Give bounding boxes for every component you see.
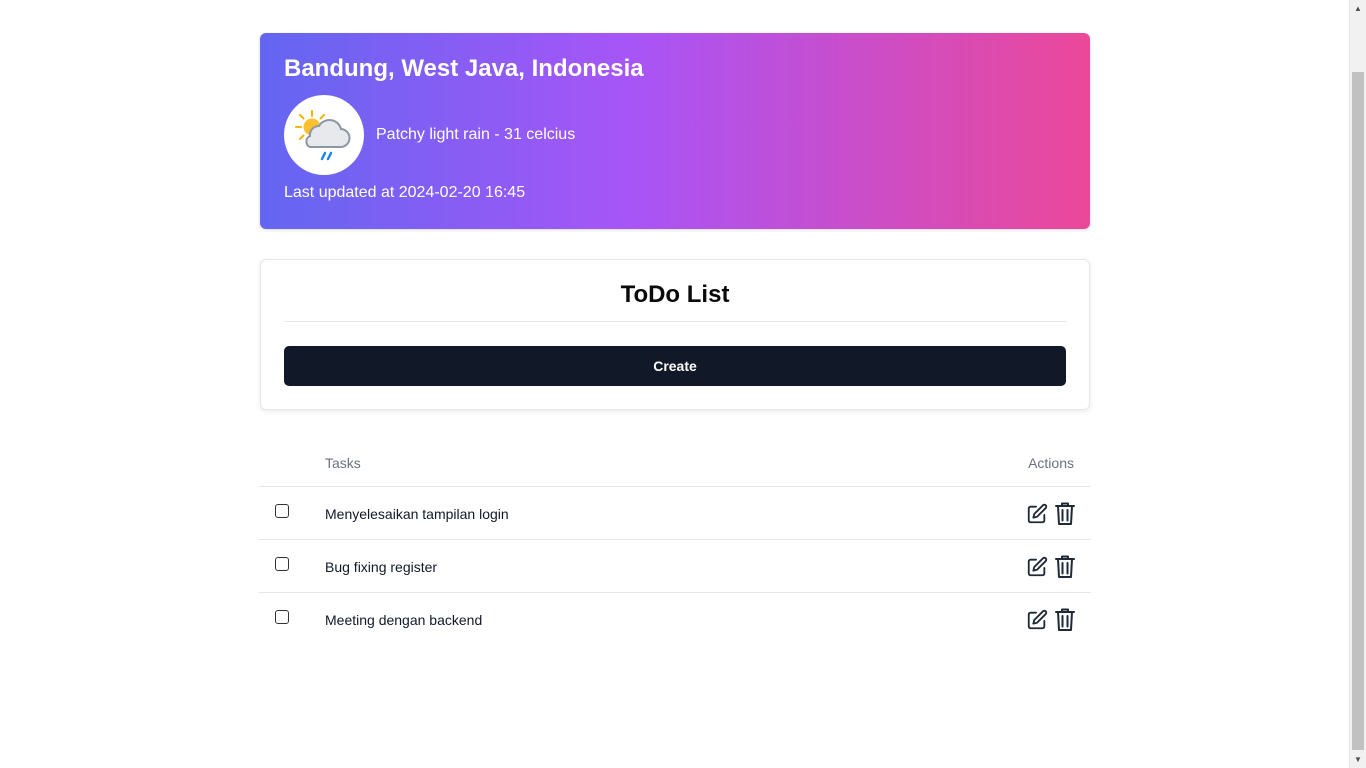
todo-title: ToDo List bbox=[620, 281, 730, 308]
table-row: Bug fixing register bbox=[258, 540, 1091, 593]
edit-icon[interactable] bbox=[1026, 556, 1048, 578]
trash-icon[interactable] bbox=[1054, 555, 1076, 579]
table-row: Menyelesaikan tampilan login bbox=[258, 487, 1091, 540]
weather-card: Bandung, West Java, Indonesia Patchy lig… bbox=[260, 33, 1090, 229]
task-table: Tasks Actions Menyelesaikan tampilan log… bbox=[258, 440, 1091, 646]
last-updated-text: Last updated at 2024-02-20 16:45 bbox=[284, 184, 526, 201]
task-label: Bug fixing register bbox=[325, 559, 438, 575]
column-header-actions: Actions bbox=[1028, 455, 1074, 471]
column-header-tasks: Tasks bbox=[325, 455, 361, 471]
weather-condition: Patchy light rain - 31 celcius bbox=[376, 126, 576, 143]
page: Bandung, West Java, Indonesia Patchy lig… bbox=[0, 0, 1366, 768]
create-button[interactable]: Create bbox=[284, 346, 1066, 386]
scroll-up-arrow-icon[interactable]: ▲ bbox=[1350, 0, 1366, 17]
weather-icon-container bbox=[284, 95, 364, 175]
edit-icon[interactable] bbox=[1026, 503, 1048, 525]
divider bbox=[284, 321, 1066, 322]
task-label: Menyelesaikan tampilan login bbox=[325, 506, 509, 522]
edit-icon[interactable] bbox=[1026, 609, 1048, 631]
task-label: Meeting dengan backend bbox=[325, 612, 483, 628]
weather-location: Bandung, West Java, Indonesia bbox=[284, 55, 644, 82]
scroll-down-arrow-icon[interactable]: ▼ bbox=[1350, 751, 1366, 768]
task-checkbox[interactable] bbox=[275, 610, 289, 624]
patchy-light-rain-icon bbox=[295, 110, 351, 161]
task-checkbox[interactable] bbox=[275, 557, 289, 571]
vertical-scrollbar[interactable]: ▲ ▼ bbox=[1349, 0, 1366, 768]
table-row: Meeting dengan backend bbox=[258, 593, 1091, 646]
table-header: Tasks Actions bbox=[258, 440, 1091, 487]
trash-icon[interactable] bbox=[1054, 502, 1076, 526]
todo-card: ToDo List Create bbox=[260, 259, 1090, 410]
trash-icon[interactable] bbox=[1054, 608, 1076, 632]
task-checkbox[interactable] bbox=[275, 504, 289, 518]
scrollbar-thumb[interactable] bbox=[1352, 72, 1364, 750]
